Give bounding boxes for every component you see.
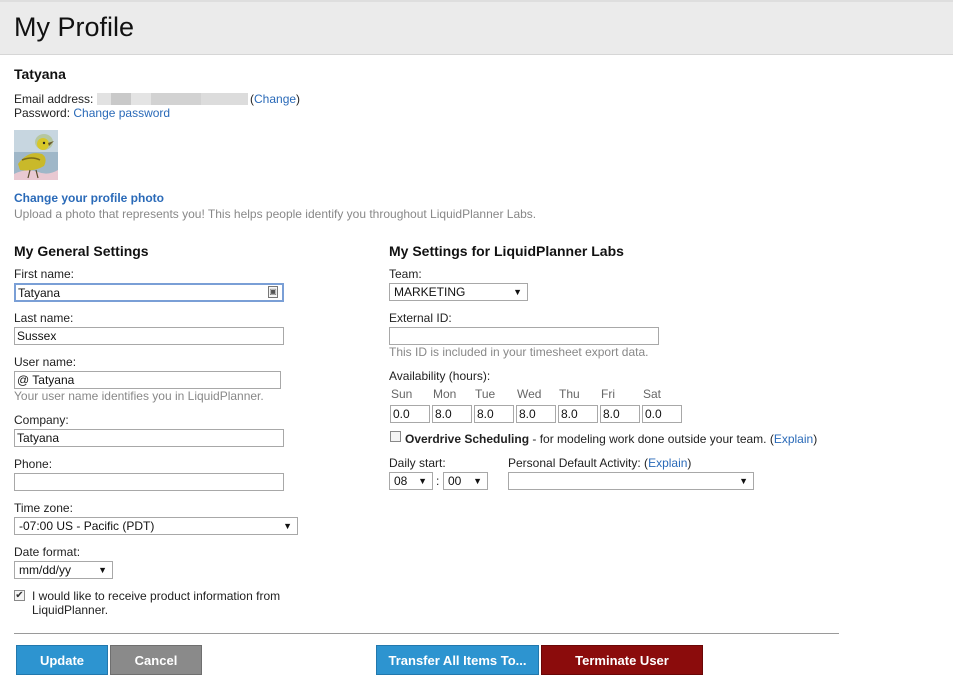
change-photo-link[interactable]: Change your profile photo bbox=[14, 191, 164, 205]
availability-fri-input[interactable] bbox=[600, 405, 640, 423]
terminate-user-button[interactable]: Terminate User bbox=[541, 645, 703, 675]
chevron-down-icon: ▼ bbox=[98, 565, 107, 575]
phone-label: Phone: bbox=[14, 457, 53, 471]
newsletter-label-line-1: I would like to receive product informat… bbox=[32, 589, 281, 603]
availability-sat-input[interactable] bbox=[642, 405, 682, 423]
availability-day-thu: Thu bbox=[559, 387, 580, 401]
user-name-label: User name: bbox=[14, 355, 77, 369]
email-change: (Change) bbox=[250, 92, 300, 106]
chevron-down-icon: ▼ bbox=[473, 476, 482, 486]
timezone-label: Time zone: bbox=[14, 501, 73, 515]
page-header: My Profile bbox=[0, 0, 953, 55]
availability-day-wed: Wed bbox=[517, 387, 542, 401]
overdrive-row: Overdrive Scheduling - for modeling work… bbox=[405, 432, 817, 446]
availability-wed-input[interactable] bbox=[516, 405, 556, 423]
availability-label: Availability (hours): bbox=[389, 369, 491, 383]
checkmark-icon: ✔ bbox=[15, 590, 24, 601]
overdrive-paren-close: ) bbox=[813, 432, 818, 446]
daily-start-hour-value: 08 bbox=[394, 474, 408, 488]
company-label: Company: bbox=[14, 413, 69, 427]
email-redacted-part-1 bbox=[97, 93, 111, 105]
last-name-label: Last name: bbox=[14, 311, 74, 325]
external-id-input[interactable] bbox=[389, 327, 659, 345]
default-activity-select[interactable]: ▼ bbox=[508, 472, 754, 490]
email-change-paren-close: ) bbox=[296, 92, 301, 106]
timezone-value: -07:00 US - Pacific (PDT) bbox=[19, 519, 155, 533]
availability-day-fri: Fri bbox=[601, 387, 615, 401]
update-button[interactable]: Update bbox=[16, 645, 108, 675]
team-select[interactable]: MARKETING ▼ bbox=[389, 283, 528, 301]
timezone-select[interactable]: -07:00 US - Pacific (PDT) ▼ bbox=[14, 517, 298, 535]
daily-start-minute-value: 00 bbox=[448, 474, 462, 488]
availability-thu-input[interactable] bbox=[558, 405, 598, 423]
email-redacted-part-3 bbox=[131, 93, 151, 105]
first-name-label: First name: bbox=[14, 267, 75, 281]
overdrive-desc: - for modeling work done outside your te… bbox=[529, 432, 774, 446]
avatar[interactable] bbox=[14, 130, 58, 180]
email-redacted-part-4 bbox=[151, 93, 201, 105]
newsletter-checkbox[interactable]: ✔ bbox=[14, 590, 25, 601]
form-divider bbox=[14, 633, 839, 634]
availability-day-mon: Mon bbox=[433, 387, 457, 401]
photo-hint: Upload a photo that represents you! This… bbox=[14, 207, 537, 221]
email-change-link[interactable]: Change bbox=[254, 92, 296, 106]
external-id-hint: This ID is included in your timesheet ex… bbox=[389, 345, 649, 359]
password-label: Password: bbox=[14, 106, 71, 120]
cancel-button[interactable]: Cancel bbox=[110, 645, 202, 675]
transfer-items-button[interactable]: Transfer All Items To... bbox=[376, 645, 539, 675]
default-activity-label: Personal Default Activity: ( bbox=[508, 456, 649, 470]
newsletter-label: I would like to receive product informat… bbox=[32, 589, 280, 617]
availability-sun-input[interactable] bbox=[390, 405, 430, 423]
availability-tue-input[interactable] bbox=[474, 405, 514, 423]
email-row: Email address: bbox=[14, 92, 93, 106]
daily-start-hour-select[interactable]: 08 ▼ bbox=[389, 472, 433, 490]
email-redacted-part-5 bbox=[201, 93, 248, 105]
daily-start-separator: : bbox=[436, 474, 440, 488]
date-format-label: Date format: bbox=[14, 545, 81, 559]
labs-settings-title: My Settings for LiquidPlanner Labs bbox=[389, 243, 624, 259]
bird-avatar-icon bbox=[14, 130, 58, 180]
overdrive-checkbox[interactable] bbox=[390, 431, 401, 442]
email-redacted-part-2 bbox=[111, 93, 131, 105]
chevron-down-icon: ▼ bbox=[739, 476, 748, 486]
availability-day-sat: Sat bbox=[643, 387, 662, 401]
overdrive-explain-link[interactable]: Explain bbox=[774, 432, 813, 446]
team-value: MARKETING bbox=[394, 285, 466, 299]
user-name-input[interactable] bbox=[14, 371, 281, 389]
chevron-down-icon: ▼ bbox=[418, 476, 427, 486]
date-format-select[interactable]: mm/dd/yy ▼ bbox=[14, 561, 113, 579]
availability-day-sun: Sun bbox=[391, 387, 413, 401]
availability-day-tue: Tue bbox=[475, 387, 496, 401]
general-settings-title: My General Settings bbox=[14, 243, 149, 259]
default-activity-explain-link[interactable]: Explain bbox=[648, 456, 687, 470]
password-row: Password: Change password bbox=[14, 106, 170, 120]
last-name-input[interactable] bbox=[14, 327, 284, 345]
chevron-down-icon: ▼ bbox=[283, 521, 292, 531]
default-activity-paren-close: ) bbox=[687, 456, 692, 470]
phone-input[interactable] bbox=[14, 473, 284, 491]
date-format-value: mm/dd/yy bbox=[19, 563, 72, 577]
change-password-link[interactable]: Change password bbox=[73, 106, 170, 120]
availability-mon-input[interactable] bbox=[432, 405, 472, 423]
contact-card-icon[interactable]: ▣ bbox=[268, 286, 278, 298]
external-id-label: External ID: bbox=[389, 311, 452, 325]
overdrive-label: Overdrive Scheduling bbox=[405, 432, 530, 446]
newsletter-label-line-2: LiquidPlanner. bbox=[32, 603, 109, 617]
email-label: Email address: bbox=[14, 92, 94, 106]
team-label: Team: bbox=[389, 267, 422, 281]
chevron-down-icon: ▼ bbox=[513, 287, 522, 297]
profile-user-name: Tatyana bbox=[14, 66, 66, 82]
daily-start-label: Daily start: bbox=[389, 456, 446, 470]
daily-start-minute-select[interactable]: 00 ▼ bbox=[443, 472, 488, 490]
page-title: My Profile bbox=[14, 12, 135, 42]
company-input[interactable] bbox=[14, 429, 284, 447]
default-activity-row: Personal Default Activity: (Explain) bbox=[508, 456, 691, 470]
user-name-hint: Your user name identifies you in LiquidP… bbox=[14, 389, 264, 403]
first-name-input[interactable] bbox=[14, 283, 284, 302]
